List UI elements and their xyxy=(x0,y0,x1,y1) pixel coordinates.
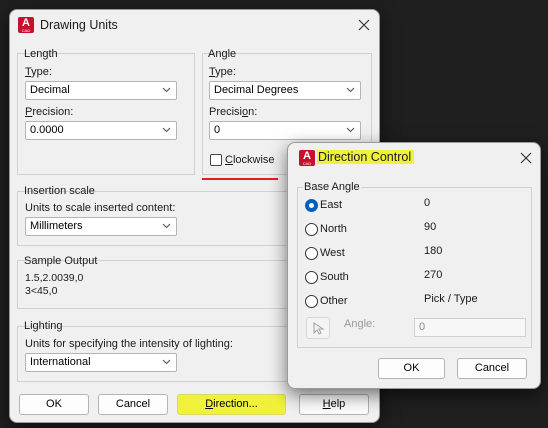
close-icon[interactable] xyxy=(519,151,533,165)
other-label[interactable]: Other xyxy=(320,295,348,307)
autocad-app-icon: A CAD xyxy=(18,17,34,33)
west-label[interactable]: West xyxy=(320,247,345,259)
angle-group-label: Angle xyxy=(208,48,237,60)
length-type-select[interactable]: Decimal xyxy=(25,81,177,100)
angle-type-label: Type: xyxy=(209,66,236,78)
direction-button[interactable]: Direction... xyxy=(177,394,286,415)
length-type-label: Type: xyxy=(25,66,52,78)
angle-label: Angle: xyxy=(344,318,376,330)
pick-angle-button[interactable] xyxy=(306,317,330,339)
north-label[interactable]: North xyxy=(320,223,347,235)
ok-button[interactable]: OK xyxy=(19,394,89,415)
lighting-units-select[interactable]: International xyxy=(25,353,177,372)
cancel-button[interactable]: Cancel xyxy=(98,394,168,415)
direction-cancel-button[interactable]: Cancel xyxy=(457,358,527,379)
direction-control-dialog: A CAD Direction Control Base Angle East … xyxy=(287,142,541,389)
insertion-scale-label: Insertion scale xyxy=(24,185,95,197)
sample-output-label: Sample Output xyxy=(24,255,98,267)
clockwise-checkbox[interactable] xyxy=(210,154,222,166)
direction-title-bar: A CAD Direction Control xyxy=(288,143,540,173)
length-precision-select[interactable]: 0.0000 xyxy=(25,121,177,140)
insertion-scale-desc: Units to scale inserted content: xyxy=(25,202,176,214)
west-radio[interactable] xyxy=(305,247,318,260)
chevron-down-icon xyxy=(346,127,355,133)
sample-output-line1: 1.5,2.0039,0 xyxy=(25,272,84,284)
base-angle-label: Base Angle xyxy=(303,181,361,193)
pick-cursor-icon xyxy=(313,322,325,335)
angle-type-select[interactable]: Decimal Degrees xyxy=(209,81,361,100)
chevron-down-icon xyxy=(162,127,171,133)
help-button[interactable]: Help xyxy=(299,394,369,415)
autocad-app-icon: A CAD xyxy=(299,150,315,166)
dialog-title: Drawing Units xyxy=(40,18,118,32)
south-label[interactable]: South xyxy=(320,271,349,283)
length-precision-label: Precision: xyxy=(25,106,74,118)
red-annotation-underline xyxy=(202,178,278,180)
chevron-down-icon xyxy=(346,87,355,93)
west-value: 180 xyxy=(424,245,443,257)
close-icon[interactable] xyxy=(357,18,371,32)
north-value: 90 xyxy=(424,221,437,233)
chevron-down-icon xyxy=(162,223,171,229)
lighting-desc: Units for specifying the intensity of li… xyxy=(25,338,233,350)
other-radio[interactable] xyxy=(305,295,318,308)
clockwise-label[interactable]: Clockwise xyxy=(225,154,275,166)
length-group-label: Length xyxy=(24,48,58,60)
east-value: 0 xyxy=(424,197,431,209)
north-radio[interactable] xyxy=(305,223,318,236)
angle-input[interactable]: 0 xyxy=(414,318,526,337)
chevron-down-icon xyxy=(162,359,171,365)
angle-precision-select[interactable]: 0 xyxy=(209,121,361,140)
title-bar: A CAD Drawing Units xyxy=(10,10,379,40)
south-value: 270 xyxy=(424,269,443,281)
insertion-units-select[interactable]: Millimeters xyxy=(25,217,177,236)
lighting-group-label: Lighting xyxy=(24,320,63,332)
other-value: Pick / Type xyxy=(424,293,478,305)
east-label[interactable]: East xyxy=(320,199,342,211)
chevron-down-icon xyxy=(162,87,171,93)
east-radio[interactable] xyxy=(305,199,318,212)
angle-precision-label: Precision: xyxy=(209,106,258,118)
direction-dialog-title: Direction Control xyxy=(317,150,415,164)
sample-output-line2: 3<45,0 xyxy=(25,285,58,297)
direction-ok-button[interactable]: OK xyxy=(378,358,445,379)
south-radio[interactable] xyxy=(305,271,318,284)
